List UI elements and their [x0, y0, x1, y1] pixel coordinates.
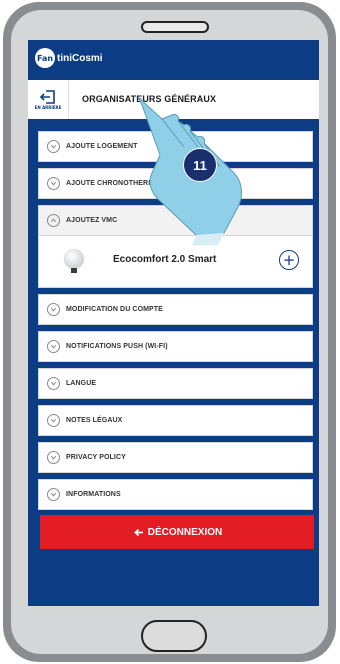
back-arrow-icon: [40, 89, 55, 104]
menu-item-ajoute-chrono[interactable]: AJOUTE CHRONOTHERMOSTAT / MAINTENANCE: [38, 168, 313, 199]
menu-item-ajoute-logement[interactable]: AJOUTE LOGEMENT: [38, 131, 313, 162]
menu-item-label: AJOUTE CHRONOTHERMOSTAT / MAINTENANCE: [66, 180, 237, 187]
menu-item-label: AJOUTEZ VMC: [66, 217, 118, 224]
logout-label: DÉCONNEXION: [147, 526, 223, 538]
menu-item-ajoutez-vmc[interactable]: AJOUTEZ VMC: [38, 205, 313, 236]
settings-menu: AJOUTE LOGEMENT AJOUTE CHRONOTHERMOSTAT …: [38, 131, 313, 516]
chevron-down-icon: [47, 303, 60, 316]
menu-item-langue[interactable]: LANGUE: [38, 368, 313, 399]
menu-item-label: MODIFICATION DU COMPTE: [66, 306, 163, 313]
chevron-down-icon: [47, 377, 60, 390]
phone-speaker: [141, 21, 209, 33]
menu-item-label: NOTIFICATIONS PUSH (WI-FI): [66, 343, 168, 350]
page-header: EN ARRIÈRE ORGANISATEURS GÉNÉRAUX: [28, 80, 319, 119]
device-name: Ecocomfort 2.0 Smart: [113, 254, 217, 265]
app-logo: Fan tiniCosmi: [35, 47, 103, 69]
menu-item-label: AJOUTE LOGEMENT: [66, 143, 138, 150]
logo-text: tiniCosmi: [57, 52, 103, 64]
menu-item-label: INFORMATIONS: [66, 491, 121, 498]
step-badge: 11: [183, 148, 217, 182]
chevron-down-icon: [47, 140, 60, 153]
chevron-down-icon: [47, 488, 60, 501]
page-title: ORGANISATEURS GÉNÉRAUX: [82, 94, 217, 104]
phone-home-button[interactable]: [141, 620, 207, 652]
back-button[interactable]: EN ARRIÈRE: [28, 80, 69, 119]
back-label: EN ARRIÈRE: [34, 104, 62, 110]
chevron-down-icon: [47, 177, 60, 190]
chevron-down-icon: [47, 451, 60, 464]
logout-button[interactable]: DÉCONNEXION: [40, 515, 314, 549]
logo-badge: Fan: [35, 48, 55, 68]
menu-item-label: NOTES LÉGAUX: [66, 417, 123, 424]
chevron-down-icon: [47, 414, 60, 427]
menu-item-label: PRIVACY POLICY: [66, 454, 126, 461]
top-bar: Fan tiniCosmi: [28, 40, 319, 78]
menu-item-notifications-push[interactable]: NOTIFICATIONS PUSH (WI-FI): [38, 331, 313, 362]
chevron-down-icon: [47, 340, 60, 353]
menu-item-notes-legaux[interactable]: NOTES LÉGAUX: [38, 405, 313, 436]
menu-item-modification-compte[interactable]: MODIFICATION DU COMPTE: [38, 294, 313, 325]
menu-item-label: LANGUE: [66, 380, 97, 387]
chevron-up-icon: [47, 214, 60, 227]
device-row: Ecocomfort 2.0 Smart +: [38, 236, 313, 288]
menu-item-informations[interactable]: INFORMATIONS: [38, 479, 313, 510]
plus-circle-icon[interactable]: +: [279, 250, 299, 270]
menu-item-privacy-policy[interactable]: PRIVACY POLICY: [38, 442, 313, 473]
logout-arrow-icon: [133, 528, 143, 536]
device-bulb-icon: [63, 248, 85, 273]
